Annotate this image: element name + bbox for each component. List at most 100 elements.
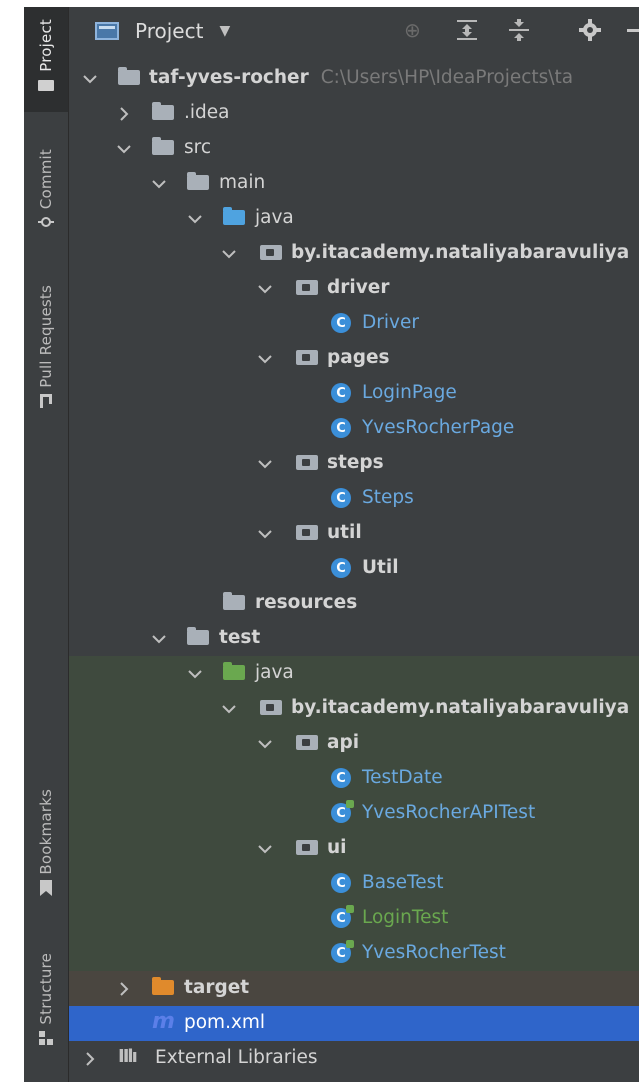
tree-row-util[interactable]: util	[69, 516, 639, 551]
test-class-icon: C	[331, 800, 354, 823]
project-view-icon	[95, 22, 119, 40]
view-selector[interactable]: Project	[135, 19, 203, 43]
chevron-down-icon[interactable]	[82, 71, 98, 87]
tab-pull-requests[interactable]: Pull Requests	[24, 285, 68, 435]
base-test-label: BaseTest	[362, 872, 444, 893]
test-class-icon: C	[331, 905, 354, 928]
tree-row-external-libraries[interactable]: IIlı External Libraries	[69, 1041, 639, 1076]
tree-row-resources[interactable]: resources	[69, 586, 639, 621]
tree-row-api[interactable]: api	[69, 726, 639, 761]
package-icon	[296, 350, 318, 365]
pom-label: pom.xml	[184, 1012, 266, 1033]
tree-row-steps-class[interactable]: C Steps	[69, 481, 639, 516]
steps-class-label: Steps	[362, 487, 414, 508]
chevron-down-icon[interactable]	[187, 211, 203, 227]
tree-row-driver-class[interactable]: C Driver	[69, 306, 639, 341]
project-tree: taf-yves-rocher C:\Users\HP\IdeaProjects\…	[69, 55, 639, 1082]
tree-row-login-page[interactable]: C LoginPage	[69, 376, 639, 411]
pull-request-icon	[38, 393, 54, 408]
class-icon: C	[331, 313, 351, 333]
chevron-down-icon[interactable]	[257, 281, 273, 297]
tree-row-test-package[interactable]: by.itacademy.nataliyabaravuliya	[69, 691, 639, 726]
class-icon: C	[331, 383, 351, 403]
package-icon	[296, 735, 318, 750]
chevron-down-icon[interactable]	[257, 351, 273, 367]
test-source-folder-icon	[223, 662, 245, 680]
root-label: taf-yves-rocher	[149, 67, 309, 88]
tree-row-steps[interactable]: steps	[69, 446, 639, 481]
chevron-down-icon[interactable]	[257, 526, 273, 542]
tree-row-yves-rocher-test[interactable]: C YvesRocherTest	[69, 936, 639, 971]
folder-icon	[187, 627, 209, 645]
class-icon: C	[331, 558, 351, 578]
driver-package-label: driver	[327, 277, 390, 298]
chevron-down-icon[interactable]	[151, 176, 167, 192]
chevron-down-icon[interactable]	[257, 841, 273, 857]
tree-row-api-test[interactable]: C YvesRocherAPITest	[69, 796, 639, 831]
gear-icon[interactable]	[579, 19, 601, 46]
chevron-down-icon[interactable]: ▼	[219, 23, 230, 39]
tree-row-base-test[interactable]: C BaseTest	[69, 866, 639, 901]
bookmark-icon	[38, 879, 54, 896]
folder-icon	[152, 137, 174, 155]
expand-all-icon[interactable]	[457, 19, 477, 46]
tree-row-idea[interactable]: .idea	[69, 96, 639, 131]
main-java-label: java	[255, 207, 294, 228]
tab-project-label: Project	[37, 19, 55, 72]
tree-row-pom[interactable]: m pom.xml	[69, 1006, 639, 1041]
tab-project[interactable]: Project	[24, 7, 68, 112]
class-icon: C	[331, 873, 351, 893]
tree-row-main[interactable]: main	[69, 166, 639, 201]
chevron-down-icon[interactable]	[151, 631, 167, 647]
chevron-down-icon[interactable]	[257, 736, 273, 752]
package-icon	[296, 840, 318, 855]
tab-commit[interactable]: Commit	[24, 149, 68, 249]
package-icon	[260, 700, 282, 715]
chevron-down-icon[interactable]	[116, 141, 132, 157]
tree-row-target[interactable]: target	[69, 971, 639, 1006]
chevron-right-icon[interactable]	[116, 106, 132, 122]
minimize-icon[interactable]	[627, 19, 639, 46]
chevron-right-icon[interactable]	[116, 981, 132, 997]
util-class-label: Util	[362, 557, 399, 578]
tree-row-login-test[interactable]: C LoginTest	[69, 901, 639, 936]
excluded-folder-icon	[152, 977, 174, 995]
driver-class-label: Driver	[362, 312, 419, 333]
resources-label: resources	[255, 592, 358, 613]
source-folder-icon	[223, 207, 245, 225]
collapse-all-icon[interactable]	[509, 19, 529, 46]
locate-icon[interactable]: ⊕	[404, 19, 421, 41]
folder-icon	[152, 102, 174, 120]
api-package-label: api	[327, 732, 360, 753]
chevron-down-icon[interactable]	[187, 666, 203, 682]
tab-bookmarks[interactable]: Bookmarks	[24, 789, 68, 929]
tree-row-ui[interactable]: ui	[69, 831, 639, 866]
tree-row-test-date[interactable]: C TestDate	[69, 761, 639, 796]
root-path: C:\Users\HP\IdeaProjects\ta	[320, 67, 574, 88]
tree-row-src[interactable]: src	[69, 131, 639, 166]
tree-row-test-java[interactable]: java	[69, 656, 639, 691]
chevron-down-icon[interactable]	[221, 701, 237, 717]
pages-package-label: pages	[327, 347, 390, 368]
chevron-right-icon[interactable]	[82, 1051, 98, 1067]
main-folder-label: main	[219, 172, 266, 193]
tab-structure-label: Structure	[37, 953, 55, 1025]
tree-row-main-java[interactable]: java	[69, 201, 639, 236]
chevron-down-icon[interactable]	[257, 456, 273, 472]
tree-row-pages[interactable]: pages	[69, 341, 639, 376]
util-package-label: util	[327, 522, 362, 543]
folder-icon	[38, 78, 54, 92]
test-folder-label: test	[219, 627, 261, 648]
tree-row-main-package[interactable]: by.itacademy.nataliyabaravuliya	[69, 236, 639, 271]
tree-row-test[interactable]: test	[69, 621, 639, 656]
chevron-down-icon[interactable]	[221, 246, 237, 262]
tree-row-root[interactable]: taf-yves-rocher C:\Users\HP\IdeaProjects\…	[69, 61, 639, 96]
tab-structure[interactable]: Structure	[24, 953, 68, 1078]
tree-row-util-class[interactable]: C Util	[69, 551, 639, 586]
package-icon	[296, 280, 318, 295]
tree-row-yves-rocher-page[interactable]: C YvesRocherPage	[69, 411, 639, 446]
src-folder-label: src	[184, 137, 212, 158]
package-icon	[260, 245, 282, 260]
test-date-label: TestDate	[362, 767, 443, 788]
tree-row-driver[interactable]: driver	[69, 271, 639, 306]
